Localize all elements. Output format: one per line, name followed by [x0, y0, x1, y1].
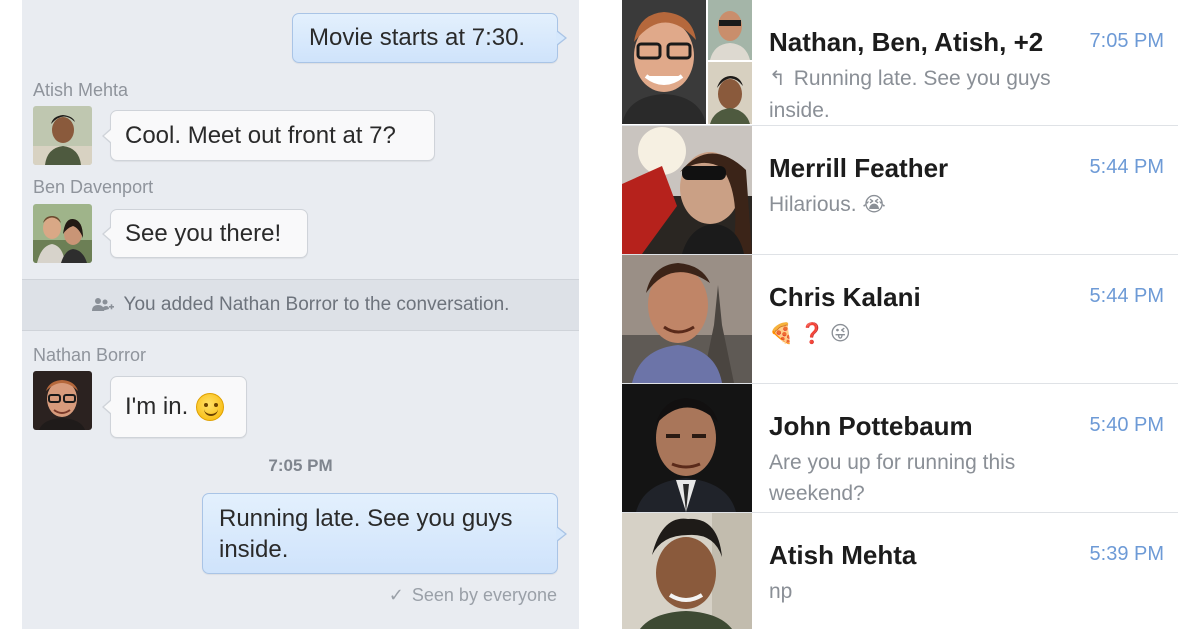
system-notice: You added Nathan Borror to the conversat… — [22, 279, 579, 331]
conversation-preview: Hilarious. 😭 — [769, 189, 1109, 221]
smile-emoji-icon — [196, 393, 225, 421]
conversation-row[interactable]: Chris Kalani 5:44 PM 🍕 ❓ 😜 — [622, 255, 1178, 384]
conversation-name: Nathan, Ben, Atish, +2 — [769, 27, 1044, 57]
conversation-time: 5:40 PM — [1089, 414, 1164, 436]
preview-text: Running late. See you guys inside. — [769, 67, 1051, 122]
conversation-name: Atish Mehta — [769, 540, 917, 570]
conversation-preview: ↰ Running late. See you guys inside. — [769, 63, 1109, 126]
conversation-preview: 🍕 ❓ 😜 — [769, 318, 1109, 350]
preview-text: Are you up for running this weekend? — [769, 451, 1016, 505]
conversation-time: 5:44 PM — [1089, 156, 1164, 178]
timestamp-divider: 7:05 PM — [268, 456, 333, 475]
group-avatar — [622, 0, 752, 124]
conversation-name: John Pottebaum — [769, 411, 973, 441]
message-bubble-incoming[interactable]: Cool. Meet out front at 7? — [102, 110, 435, 161]
conversation-row[interactable]: John Pottebaum 5:40 PM Are you up for ru… — [622, 384, 1178, 513]
conversation-preview: np — [769, 576, 1109, 607]
checkmark-icon: ✓ — [388, 585, 404, 605]
conversation-list[interactable]: Nathan, Ben, Atish, +2 7:05 PM ↰ Running … — [622, 0, 1178, 629]
message-bubble-outgoing[interactable]: Movie starts at 7:30. — [292, 13, 567, 63]
sender-name: Ben Davenport — [33, 177, 154, 197]
message-bubble-incoming[interactable]: See you there! — [102, 209, 308, 258]
message-text: See you there! — [125, 219, 282, 247]
system-notice-text: You added Nathan Borror to the conversat… — [123, 294, 510, 315]
conversation-name: Chris Kalani — [769, 282, 921, 312]
contact-photo — [622, 255, 752, 383]
message-text: I'm in. — [125, 393, 189, 420]
crying-emoji-icon: 😭 — [862, 194, 886, 216]
message-text: Movie starts at 7:30. — [309, 24, 526, 51]
conversation-row[interactable]: Nathan, Ben, Atish, +2 7:05 PM ↰ Running … — [622, 0, 1178, 126]
seen-receipt: ✓ Seen by everyone — [389, 585, 557, 606]
sender-name: Atish Mehta — [33, 80, 129, 100]
conversation-time: 5:44 PM — [1089, 285, 1164, 307]
seen-label: Seen by everyone — [411, 585, 557, 605]
avatar[interactable] — [33, 204, 92, 263]
sender-name: Nathan Borror — [33, 345, 147, 365]
preview-text: Hilarious. — [769, 193, 857, 216]
conversation-name: Merrill Feather — [769, 153, 949, 183]
message-text: Cool. Meet out front at 7? — [125, 121, 396, 149]
emoji-sequence: 🍕 ❓ 😜 — [769, 323, 851, 345]
contact-photo — [622, 513, 752, 629]
conversation-preview: Are you up for running this weekend? — [769, 447, 1109, 509]
chat-thread[interactable]: Movie starts at 7:30. Atish Mehta Cool. … — [22, 0, 579, 629]
message-bubble-outgoing[interactable]: Running late. See you guys inside. — [202, 493, 567, 574]
add-people-icon — [91, 297, 114, 313]
contact-photo — [622, 384, 752, 512]
message-text: Running late. See you guys inside. — [219, 504, 513, 563]
conversation-time: 7:05 PM — [1089, 30, 1164, 52]
conversation-row[interactable]: Merrill Feather 5:44 PM Hilarious. 😭 — [622, 126, 1178, 255]
conversation-row[interactable]: Atish Mehta 5:39 PM np — [622, 513, 1178, 629]
message-bubble-incoming[interactable]: I'm in. — [102, 376, 247, 438]
reply-arrow-icon: ↰ — [769, 68, 786, 90]
avatar[interactable] — [33, 371, 92, 430]
contact-photo — [622, 126, 752, 254]
avatar[interactable] — [33, 106, 92, 165]
preview-text: np — [769, 580, 793, 603]
conversation-time: 5:39 PM — [1089, 543, 1164, 565]
